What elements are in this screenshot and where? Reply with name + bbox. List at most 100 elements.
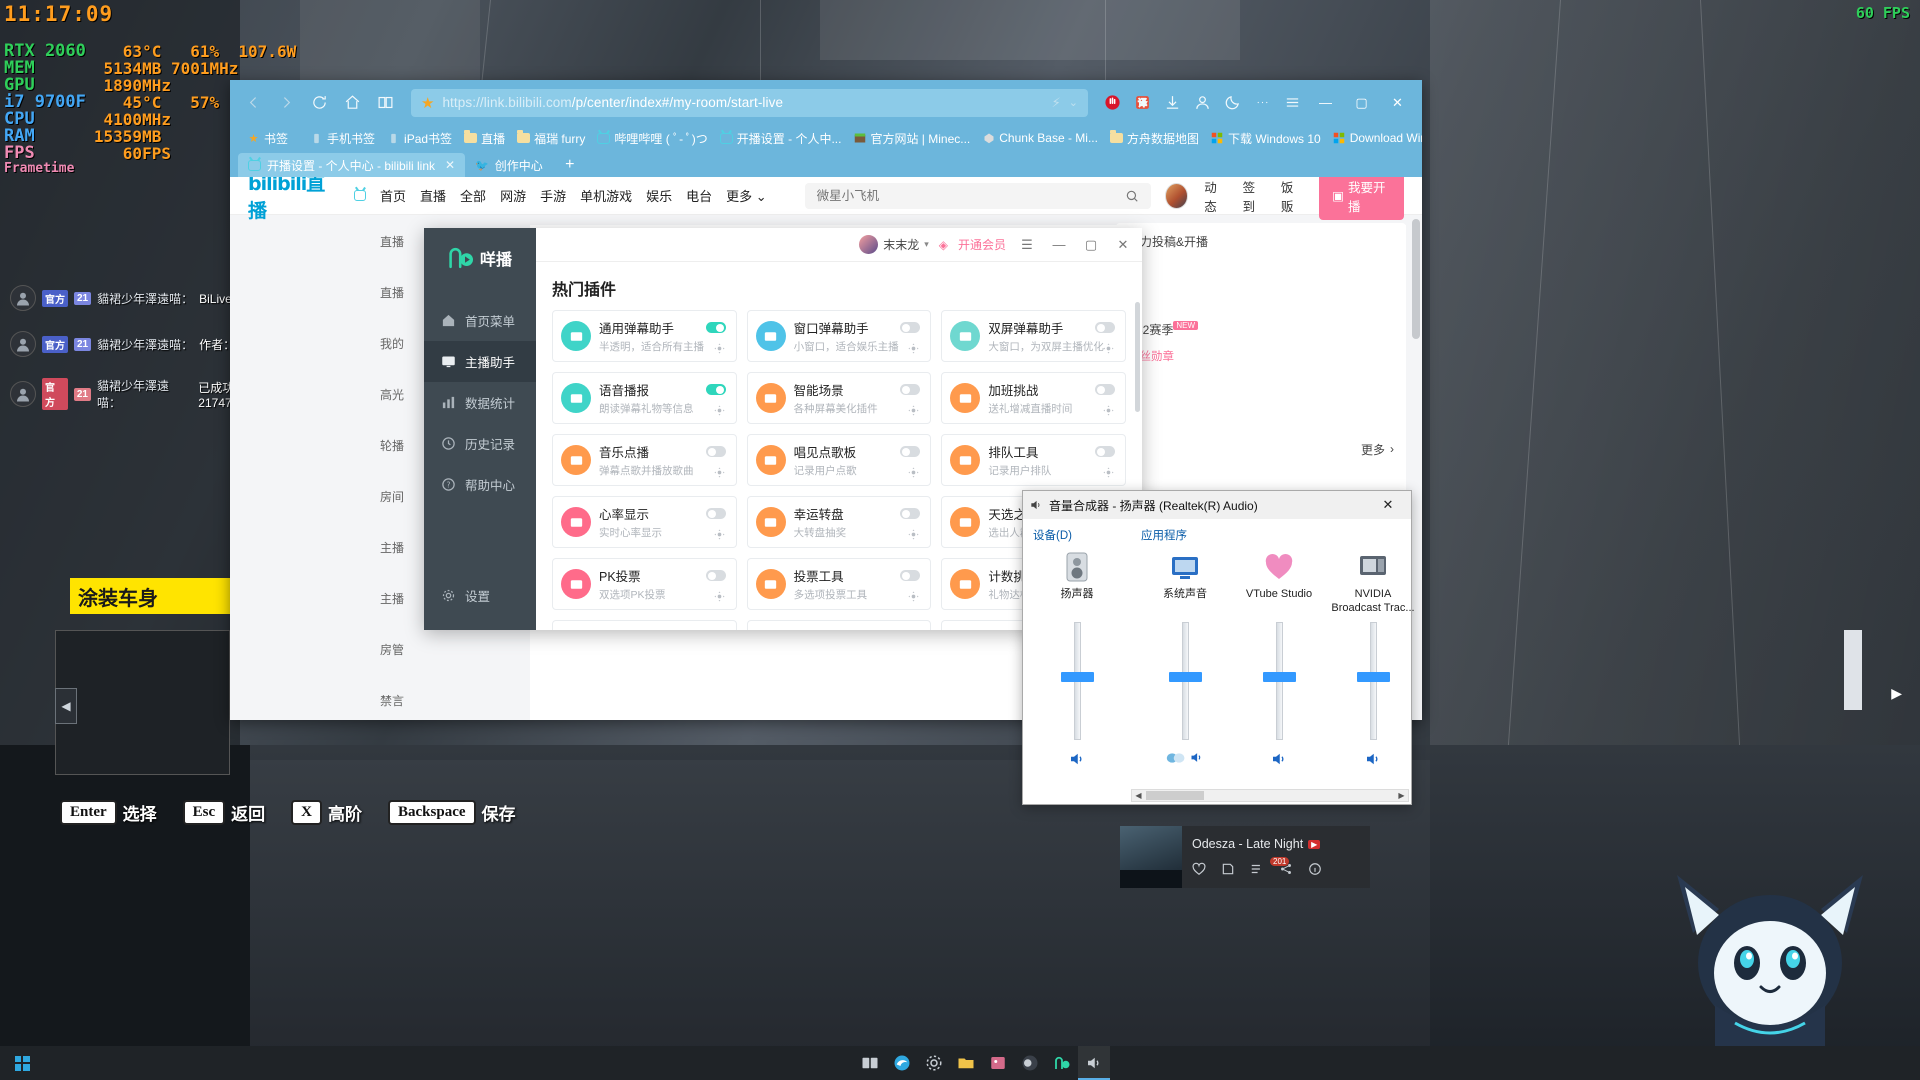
volume-slider[interactable] [1356,622,1390,740]
taskbar-item-file-explorer[interactable] [950,1046,982,1080]
volume-slider[interactable] [1262,622,1296,740]
game-next-button[interactable]: ▶ [1891,685,1902,702]
plugin-card[interactable]: PK投票 双选项PK投票 [552,558,737,610]
translate-icon[interactable]: 译 [1129,89,1156,116]
menu-icon[interactable] [1279,89,1306,116]
like-icon[interactable] [1192,862,1206,876]
bookmark-item[interactable]: 手机书签 [305,128,380,149]
search-box[interactable] [804,182,1151,209]
plugin-toggle[interactable] [1095,322,1115,333]
plugin-toggle[interactable] [705,446,726,457]
gear-icon[interactable] [908,403,919,416]
nav-item-live[interactable]: 直播 [420,186,446,205]
plugin-card[interactable]: 投票工具 多选项投票工具 [746,558,932,610]
plugin-card[interactable]: 窗口弹幕助手 小窗口，适合娱乐主播 [746,310,932,362]
sidebar-item[interactable]: 房管 [380,641,520,658]
info-icon[interactable] [1308,862,1322,876]
go-live-button[interactable]: ▣ 我要开播 [1319,177,1404,220]
minimize-button[interactable]: — [1048,234,1070,256]
volume-slider[interactable] [1168,622,1202,740]
sidebar-item[interactable]: 禁言 [380,692,520,709]
reading-list-icon[interactable] [370,88,400,118]
playlist-icon[interactable] [1250,862,1264,876]
bookmark-item[interactable]: iPad书签 [382,128,457,149]
gear-icon[interactable] [714,341,725,354]
nav-item-online-games[interactable]: 网游 [500,186,526,205]
nav-item-more[interactable]: 更多 ⌄ [726,186,767,205]
game-prev-button[interactable]: ◀ [55,688,77,724]
plugin-toggle[interactable] [900,322,921,333]
close-button[interactable]: ✕ [1371,492,1405,518]
mute-toggle-icon[interactable] [1364,750,1382,768]
account-icon[interactable] [1189,89,1216,116]
gear-icon[interactable] [908,341,919,354]
gear-icon[interactable] [714,465,725,478]
reload-icon[interactable] [304,88,334,118]
taskbar-item-settings[interactable] [918,1046,950,1080]
plugin-card[interactable]: 音乐点播 弹幕点歌并播放歌曲 [552,434,737,486]
avatar[interactable] [1164,182,1189,209]
vip-link[interactable]: 开通会员 [958,236,1006,253]
bookmark-item[interactable]: 直播 [459,128,510,149]
plugin-toggle[interactable] [1095,384,1115,395]
plugin-toggle[interactable] [705,570,726,581]
app-menu-button[interactable]: ☰ [1016,234,1038,256]
plugin-card[interactable]: 双屏弹幕助手 大窗口，为双屏主播优化 [941,310,1126,362]
taskbar-item-miebo[interactable] [1046,1046,1078,1080]
adblock-icon[interactable] [1099,89,1126,116]
plugin-toggle[interactable] [900,508,921,519]
scrollbar-thumb[interactable] [1146,791,1204,800]
sidebar-item-home[interactable]: 首页菜单 [424,300,536,341]
scrollbar-thumb[interactable] [1412,219,1420,339]
plugin-toggle[interactable] [705,508,726,519]
save-icon[interactable] [1221,862,1235,876]
bookmark-item[interactable]: Download Windo... [1328,129,1422,147]
gear-icon[interactable] [908,465,919,478]
bookmark-item[interactable]: 开播设置 - 个人中... [715,128,847,149]
sidebar-item-help[interactable]: ? 帮助中心 [424,464,536,505]
mute-toggle-icon[interactable] [1270,750,1288,768]
nav-item-entertainment[interactable]: 娱乐 [646,186,672,205]
sidebar-item-settings[interactable]: 设置 [424,575,536,616]
taskbar-item-volume-mixer[interactable] [1078,1046,1110,1080]
more-card[interactable]: 更多 › [1116,417,1406,481]
plugin-toggle[interactable] [900,446,921,457]
sidebar-item-streamer-assistant[interactable]: 主播助手 [424,341,536,382]
nav-item-all[interactable]: 全部 [460,186,486,205]
minimize-button[interactable]: — [1309,88,1342,118]
slider-thumb[interactable] [1168,672,1202,682]
plugin-toggle[interactable] [705,384,726,395]
scroll-right-icon[interactable]: ▶ [1395,790,1408,801]
plugin-card[interactable]: 智能场景 各种屏幕美化插件 [746,372,932,424]
home-icon[interactable] [337,88,367,118]
sidebar-item-history[interactable]: 历史记录 [424,423,536,464]
nav-item-home[interactable]: 首页 [380,186,406,205]
download-icon[interactable] [1159,89,1186,116]
bookmark-item[interactable]: 方舟数据地图 [1105,128,1204,149]
slider-thumb[interactable] [1356,672,1390,682]
bookmark-item[interactable]: 官方网站 | Minec... [848,128,975,149]
start-button[interactable] [0,1046,44,1080]
taskbar-item-obs[interactable] [1014,1046,1046,1080]
bookmark-star-icon[interactable]: ★ [421,94,434,112]
chevron-down-icon[interactable]: ▾ [924,239,929,250]
gear-icon[interactable] [1103,465,1114,478]
plugin-card[interactable]: 幸运转盘 大转盘抽奖 [746,496,932,548]
gear-icon[interactable] [714,403,725,416]
tab-creator-center[interactable]: 🐦 创作中心 [465,153,553,177]
gear-icon[interactable] [908,527,919,540]
mute-toggle-icon[interactable] [1068,750,1086,768]
plugin-card[interactable]: 秒表 [746,620,932,630]
new-tab-button[interactable]: + [553,153,587,177]
taskbar-item-task-view[interactable] [854,1046,886,1080]
sidebar-item-statistics[interactable]: 数据统计 [424,382,536,423]
plugin-toggle[interactable] [705,322,726,333]
mixer-horizontal-scrollbar[interactable]: ◀ ▶ [1131,789,1409,802]
nav-item-radio[interactable]: 电台 [686,186,712,205]
fans-medal-link[interactable]: 粉丝勋章 [1128,348,1394,364]
search-input[interactable] [816,188,1125,203]
nav-item-standalone-games[interactable]: 单机游戏 [580,186,632,205]
plugin-toggle[interactable] [900,570,921,581]
user-chip[interactable]: 末末龙 ▾ [859,235,929,254]
close-button[interactable]: ✕ [1112,234,1134,256]
